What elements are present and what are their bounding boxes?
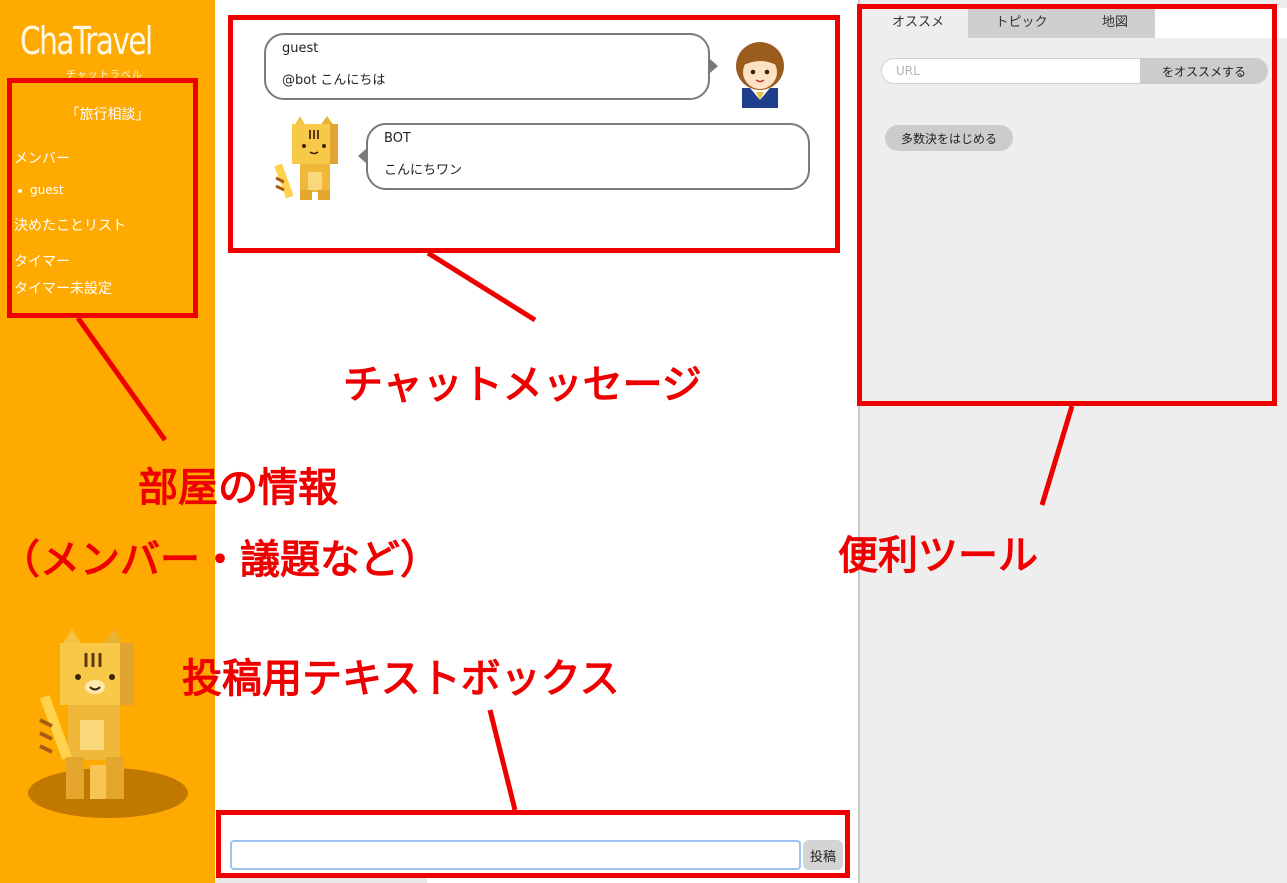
app-logo: ChaTravel: [20, 19, 153, 63]
annotation-label-chat: チャットメッセージ: [343, 362, 702, 408]
annotation-box-post: [216, 810, 850, 878]
annotation-box-tools: [857, 4, 1277, 406]
annotation-box-chat: [228, 15, 840, 253]
annotation-box-room-info: [7, 78, 198, 318]
annotation-label-post: 投稿用テキストボックス: [182, 656, 620, 702]
horizontal-scrollbar[interactable]: [215, 878, 427, 883]
annotation-label-room-2: （メンバー・議題など）: [0, 537, 440, 583]
annotation-label-room-1: 部屋の情報: [138, 465, 338, 511]
annotation-label-tools: 便利ツール: [838, 533, 1038, 579]
cat-mascot-illustration: [28, 629, 188, 818]
